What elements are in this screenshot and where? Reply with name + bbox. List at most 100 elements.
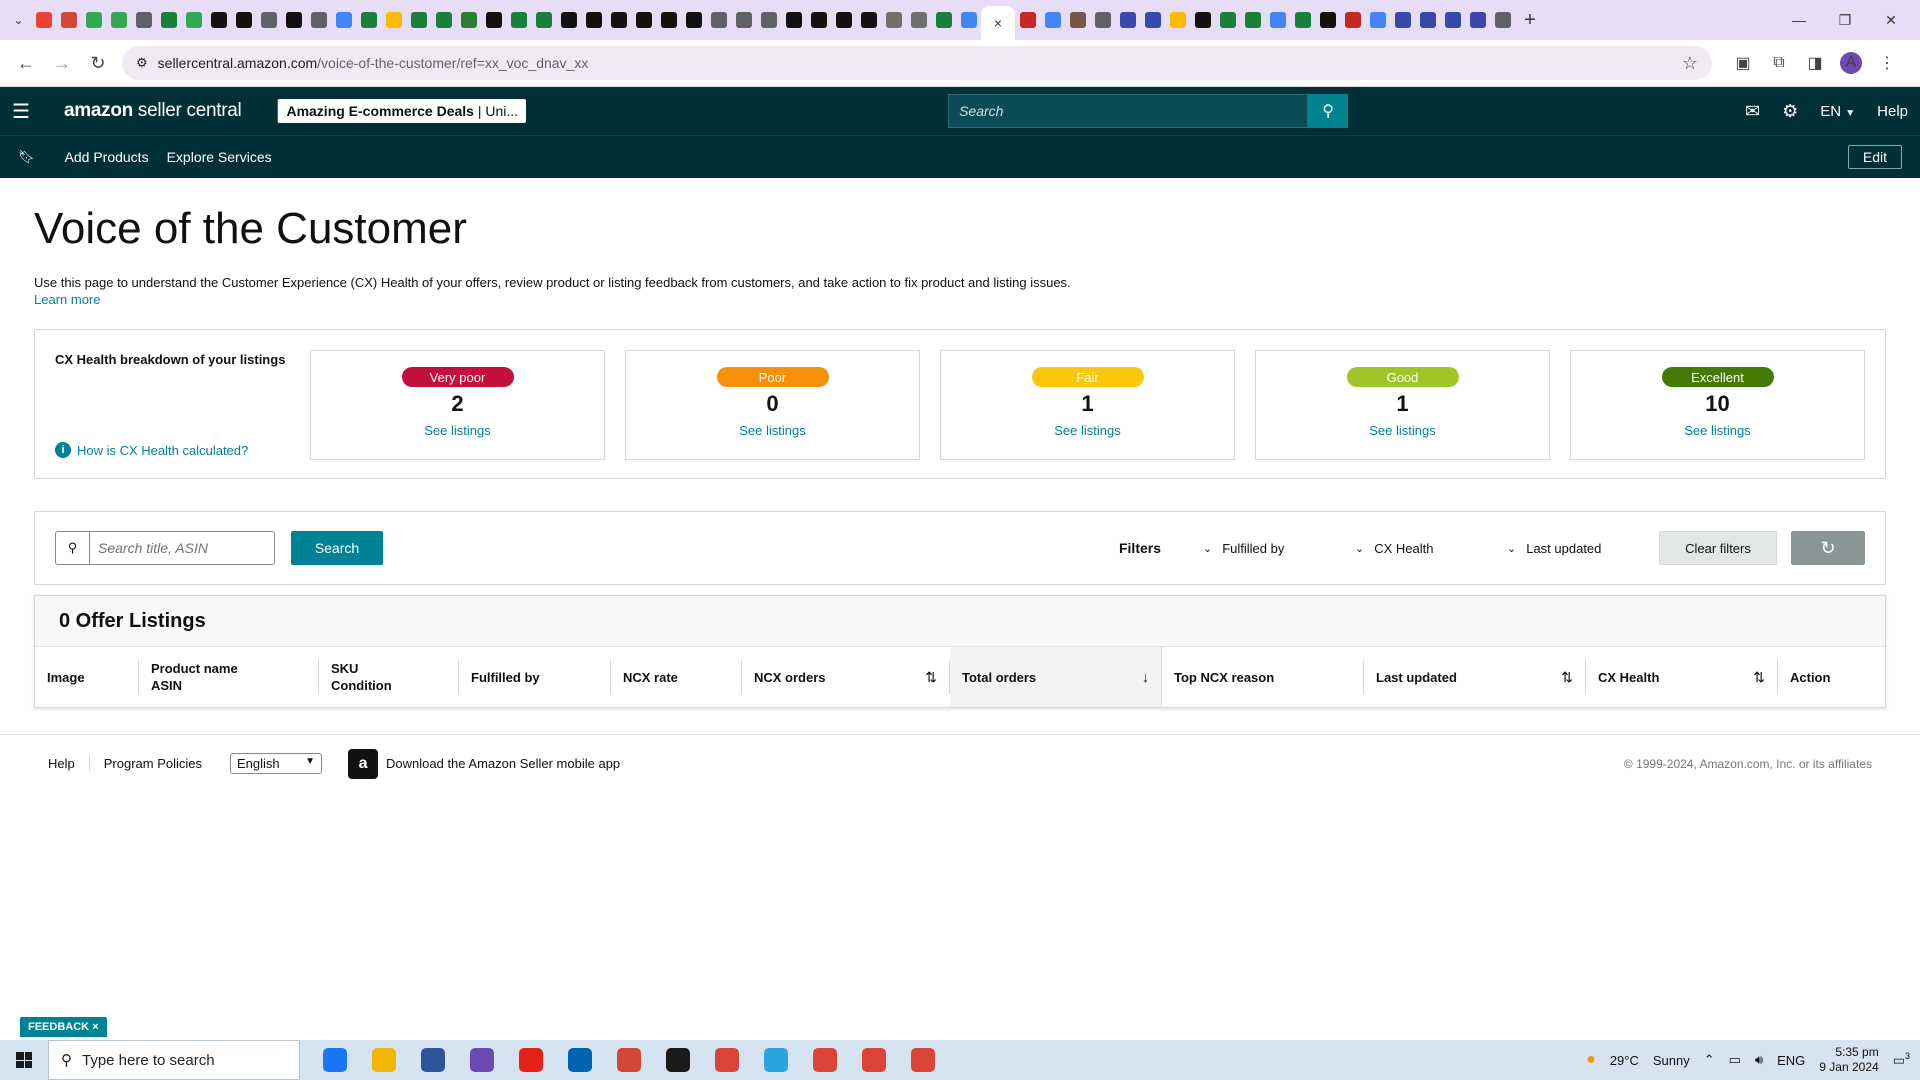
feedback-button[interactable]: FEEDBACK × bbox=[20, 1017, 107, 1037]
input-language[interactable]: ENG bbox=[1777, 1053, 1805, 1068]
col-last-updated[interactable]: Last updated ⇅ bbox=[1364, 660, 1586, 694]
filter-cx-health[interactable]: ⌄ CX Health bbox=[1355, 541, 1507, 556]
side-panel-icon[interactable]: ◨ bbox=[1804, 52, 1826, 74]
browser-tab[interactable] bbox=[956, 0, 981, 40]
browser-tab[interactable] bbox=[756, 0, 781, 40]
browser-tab[interactable] bbox=[881, 0, 906, 40]
browser-tab[interactable] bbox=[506, 0, 531, 40]
browser-tab[interactable] bbox=[806, 0, 831, 40]
browser-tab[interactable] bbox=[781, 0, 806, 40]
browser-tab[interactable] bbox=[1465, 0, 1490, 40]
profile-avatar[interactable]: A bbox=[1840, 52, 1862, 74]
see-listings-link[interactable]: See listings bbox=[1684, 423, 1750, 438]
minimize-icon[interactable]: — bbox=[1776, 0, 1822, 40]
filter-last-updated[interactable]: ⌄ Last updated bbox=[1507, 541, 1659, 556]
edit-nav-button[interactable]: Edit bbox=[1847, 145, 1902, 169]
browser-tab[interactable] bbox=[656, 0, 681, 40]
subnav-add-products[interactable]: Add Products bbox=[65, 149, 149, 165]
browser-tab[interactable] bbox=[1415, 0, 1440, 40]
browser-tab[interactable] bbox=[1290, 0, 1315, 40]
taskbar-search[interactable]: ⚲ Type here to search bbox=[48, 1040, 300, 1080]
amazon-seller-central-logo[interactable]: amazon seller central bbox=[64, 100, 242, 122]
browser-menu-icon[interactable]: ⋮ bbox=[1876, 52, 1898, 74]
browser-tab[interactable] bbox=[356, 0, 381, 40]
download-app-link[interactable]: Download the Amazon Seller mobile app bbox=[386, 756, 620, 771]
browser-tab[interactable] bbox=[856, 0, 881, 40]
browser-tab[interactable] bbox=[131, 0, 156, 40]
browser-tab[interactable] bbox=[681, 0, 706, 40]
taskbar-app-icon[interactable] bbox=[653, 1040, 702, 1080]
taskbar-app-icon[interactable] bbox=[751, 1040, 800, 1080]
sort-icon[interactable]: ⇅ bbox=[1561, 669, 1573, 686]
browser-tab[interactable] bbox=[331, 0, 356, 40]
browser-tab[interactable] bbox=[906, 0, 931, 40]
browser-tab[interactable] bbox=[1265, 0, 1290, 40]
taskbar-app-icon[interactable] bbox=[702, 1040, 751, 1080]
browser-tab[interactable] bbox=[1490, 0, 1515, 40]
see-listings-link[interactable]: See listings bbox=[424, 423, 490, 438]
weather-condition[interactable]: Sunny bbox=[1653, 1053, 1690, 1068]
browser-tab[interactable] bbox=[306, 0, 331, 40]
browser-tab[interactable] bbox=[231, 0, 256, 40]
browser-tab[interactable] bbox=[1115, 0, 1140, 40]
restore-icon[interactable]: ❐ bbox=[1822, 0, 1868, 40]
active-tab[interactable]: × bbox=[981, 6, 1015, 40]
filter-fulfilled-by[interactable]: ⌄ Fulfilled by bbox=[1203, 541, 1355, 556]
mail-icon[interactable]: ✉ bbox=[1745, 101, 1760, 122]
volume-icon[interactable]: 🔊︎ bbox=[1755, 1052, 1763, 1068]
browser-tab[interactable] bbox=[1140, 0, 1165, 40]
taskbar-app-icon[interactable] bbox=[800, 1040, 849, 1080]
footer-help-link[interactable]: Help bbox=[48, 756, 90, 771]
browser-tab[interactable] bbox=[1340, 0, 1365, 40]
network-icon[interactable]: ▭ bbox=[1729, 1052, 1741, 1068]
browser-tab[interactable] bbox=[1090, 0, 1115, 40]
forward-icon[interactable]: → bbox=[44, 45, 80, 81]
notifications-icon[interactable]: ▭3 bbox=[1893, 1051, 1910, 1068]
back-icon[interactable]: ← bbox=[8, 45, 44, 81]
weather-temperature[interactable]: 29°C bbox=[1610, 1053, 1639, 1068]
help-link[interactable]: Help bbox=[1877, 103, 1908, 120]
col-ncx-orders[interactable]: NCX orders ⇅ bbox=[742, 660, 950, 694]
browser-tab[interactable] bbox=[606, 0, 631, 40]
clear-filters-button[interactable]: Clear filters bbox=[1659, 531, 1777, 565]
header-search-input[interactable]: Search bbox=[948, 94, 1309, 128]
bookmark-star-icon[interactable]: ☆ bbox=[1682, 53, 1698, 74]
browser-tab[interactable] bbox=[831, 0, 856, 40]
footer-program-policies-link[interactable]: Program Policies bbox=[104, 756, 216, 771]
browser-tab[interactable] bbox=[706, 0, 731, 40]
address-bar[interactable]: ⚙ sellercentral.amazon.com /voice-of-the… bbox=[122, 46, 1712, 80]
new-tab-button[interactable]: + bbox=[1515, 9, 1545, 32]
browser-tab[interactable] bbox=[1365, 0, 1390, 40]
browser-tab[interactable] bbox=[481, 0, 506, 40]
windows-start-icon[interactable] bbox=[0, 1040, 48, 1080]
browser-tab[interactable] bbox=[1165, 0, 1190, 40]
sort-icon[interactable]: ⇅ bbox=[1753, 669, 1765, 686]
taskbar-app-icon[interactable] bbox=[555, 1040, 604, 1080]
browser-tab[interactable] bbox=[931, 0, 956, 40]
see-listings-link[interactable]: See listings bbox=[739, 423, 805, 438]
taskbar-app-icon[interactable] bbox=[898, 1040, 947, 1080]
close-icon[interactable]: × bbox=[92, 1021, 98, 1033]
tab-list-chevron-icon[interactable]: ⌄ bbox=[6, 0, 31, 40]
close-window-icon[interactable]: ✕ bbox=[1868, 0, 1914, 40]
browser-tab[interactable] bbox=[1215, 0, 1240, 40]
browser-tab[interactable] bbox=[731, 0, 756, 40]
browser-tab[interactable] bbox=[1390, 0, 1415, 40]
browser-tab[interactable] bbox=[81, 0, 106, 40]
browser-tab[interactable] bbox=[1315, 0, 1340, 40]
clock[interactable]: 5:35 pm 9 Jan 2024 bbox=[1819, 1045, 1878, 1075]
reload-icon[interactable]: ↻ bbox=[80, 45, 116, 81]
browser-tab[interactable] bbox=[631, 0, 656, 40]
browser-tab[interactable] bbox=[1440, 0, 1465, 40]
bookmark-icon[interactable]: 🔖︎ bbox=[18, 149, 35, 165]
browser-tab[interactable] bbox=[406, 0, 431, 40]
extension-off-icon[interactable]: ▣ bbox=[1732, 52, 1754, 74]
listing-search-button[interactable]: Search bbox=[291, 531, 383, 565]
browser-tab[interactable] bbox=[281, 0, 306, 40]
extensions-puzzle-icon[interactable]: ⧉ bbox=[1768, 52, 1790, 74]
footer-language-select[interactable]: English ▼ bbox=[230, 753, 323, 774]
taskbar-app-icon[interactable] bbox=[359, 1040, 408, 1080]
browser-tab[interactable] bbox=[581, 0, 606, 40]
weather-sun-icon[interactable]: ● bbox=[1586, 1051, 1596, 1069]
browser-tab[interactable] bbox=[556, 0, 581, 40]
